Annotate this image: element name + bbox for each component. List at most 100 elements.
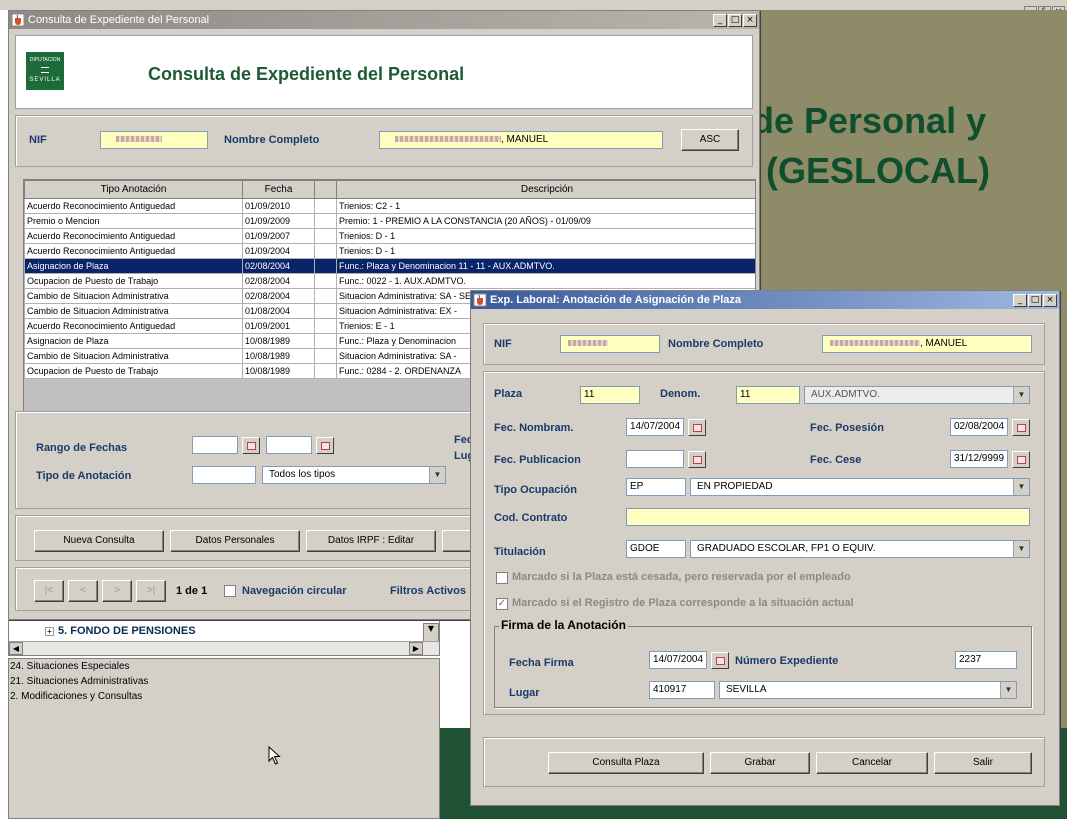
scroll-down-arrow[interactable]: ▼: [423, 623, 439, 643]
list-item[interactable]: 2. Modificaciones y Consultas: [9, 689, 439, 704]
calendar-icon[interactable]: [711, 652, 729, 669]
scroll-left-arrow[interactable]: ◀: [9, 642, 23, 655]
close-button[interactable]: ×: [1043, 293, 1057, 307]
column-header-fecha[interactable]: Fecha: [242, 180, 315, 199]
tree-item[interactable]: +5. FONDO DE PENSIONES: [45, 625, 196, 637]
firma-legend: Firma de la Anotación: [499, 618, 628, 632]
table-row[interactable]: Premio o Mencion 01/09/2009 Premio: 1 - PR…: [24, 213, 755, 229]
list-item[interactable]: 21. Situaciones Administrativas: [9, 674, 439, 689]
chevron-down-icon[interactable]: ▼: [1013, 541, 1029, 557]
page-title: Consulta de Expediente del Personal: [148, 64, 465, 84]
titulacion-select[interactable]: GRADUADO ESCOLAR, FP1 O EQUIV. ▼: [690, 540, 1030, 558]
consulta-titlebar[interactable]: Consulta de Expediente del Personal _ □ …: [9, 11, 759, 29]
last-page-button[interactable]: >|: [136, 580, 166, 602]
lugar-select[interactable]: SEVILLA ▼: [719, 681, 1017, 699]
denom-select[interactable]: AUX.ADMTVO. ▼: [804, 386, 1030, 404]
cod-contrato-field[interactable]: [626, 508, 1030, 526]
calendar-icon[interactable]: [688, 419, 706, 436]
horizontal-scrollbar[interactable]: ◀ ▶: [9, 641, 439, 655]
consulta-plaza-button[interactable]: Consulta Plaza: [548, 752, 704, 774]
minimize-button[interactable]: _: [1013, 293, 1027, 307]
window-title: Consulta de Expediente del Personal: [28, 14, 210, 26]
grabar-button[interactable]: Grabar: [710, 752, 810, 774]
tipo-codigo-field[interactable]: [192, 466, 256, 484]
table-row[interactable]: Asignacion de Plaza 02/08/2004 Func.: Plaz…: [24, 258, 755, 274]
table-cell: 02/08/2004: [242, 273, 315, 289]
expand-icon[interactable]: +: [45, 627, 54, 636]
asc-button[interactable]: ASC: [681, 129, 739, 151]
tipo-ocupacion-select[interactable]: EN PROPIEDAD ▼: [690, 478, 1030, 496]
calendar-icon[interactable]: [688, 451, 706, 468]
maximize-button[interactable]: □: [1028, 293, 1042, 307]
salir-button[interactable]: Salir: [934, 752, 1032, 774]
num-expediente-field[interactable]: 2237: [955, 651, 1017, 669]
table-cell: [314, 303, 337, 319]
nif-field[interactable]: [560, 335, 660, 353]
tipo-ocupacion-code-field[interactable]: EP: [626, 478, 686, 496]
nueva-consulta-button[interactable]: Nueva Consulta: [34, 530, 164, 552]
exp-laboral-window[interactable]: Exp. Laboral: Anotación de Asignación de…: [470, 290, 1060, 806]
chevron-down-icon[interactable]: ▼: [1013, 387, 1029, 403]
circular-checkbox[interactable]: [224, 585, 236, 597]
calendar-icon[interactable]: [242, 437, 260, 454]
table-cell: 01/08/2004: [242, 303, 315, 319]
fecha-firma-field[interactable]: 14/07/2004: [649, 651, 707, 669]
table-cell: Asignacion de Plaza: [24, 258, 243, 274]
calendar-icon[interactable]: [316, 437, 334, 454]
column-header-tipo[interactable]: Tipo Anotación: [24, 180, 243, 199]
lugar-code-field[interactable]: 410917: [649, 681, 715, 699]
situacion-actual-checkbox[interactable]: ✓: [496, 598, 508, 610]
maximize-button[interactable]: □: [728, 13, 742, 27]
chevron-down-icon[interactable]: ▼: [1013, 479, 1029, 495]
fec-cese-field[interactable]: 31/12/9999: [950, 450, 1008, 468]
nombre-label: Nombre Completo: [224, 134, 320, 146]
datos-personales-button[interactable]: Datos Personales: [170, 530, 300, 552]
nif-field[interactable]: [100, 131, 208, 149]
fecha-hasta-field[interactable]: [266, 436, 312, 454]
fecha-desde-field[interactable]: [192, 436, 238, 454]
rango-fechas-label: Rango de Fechas: [36, 442, 128, 454]
plaza-cesada-checkbox[interactable]: [496, 572, 508, 584]
minimize-button[interactable]: _: [713, 13, 727, 27]
table-cell: Ocupacion de Puesto de Trabajo: [24, 363, 243, 379]
plaza-field[interactable]: 11: [580, 386, 640, 404]
calendar-icon[interactable]: [1012, 451, 1030, 468]
denom-code-field[interactable]: 11: [736, 386, 800, 404]
exp-laboral-titlebar[interactable]: Exp. Laboral: Anotación de Asignación de…: [471, 291, 1059, 309]
next-page-button[interactable]: >: [102, 580, 132, 602]
fec-posesion-field[interactable]: 02/08/2004: [950, 418, 1008, 436]
table-cell: Cambio de Situacion Administrativa: [24, 303, 243, 319]
table-row[interactable]: Acuerdo Reconocimiento Antiguedad 01/09/2…: [24, 228, 755, 244]
table-header-row: Tipo Anotación Fecha Descripción: [24, 180, 755, 199]
column-header-descripcion[interactable]: Descripción: [336, 180, 755, 199]
table-row[interactable]: Acuerdo Reconocimiento Antiguedad 01/09/2…: [24, 198, 755, 214]
titulacion-code-field[interactable]: GDOE: [626, 540, 686, 558]
datos-irpf-button[interactable]: Datos IRPF : Editar: [306, 530, 436, 552]
cod-contrato-label: Cod. Contrato: [494, 512, 568, 524]
scroll-right-arrow[interactable]: ▶: [409, 642, 423, 655]
table-cell: 01/09/2007: [242, 228, 315, 244]
diputacion-logo: DIPUTACION SEVILLA: [26, 52, 64, 90]
calendar-icon[interactable]: [1012, 419, 1030, 436]
java-cup-icon: [11, 13, 25, 27]
table-cell: Ocupacion de Puesto de Trabajo: [24, 273, 243, 289]
first-page-button[interactable]: |<: [34, 580, 64, 602]
close-button[interactable]: ×: [743, 13, 757, 27]
tipo-anotacion-select[interactable]: Todos los tipos ▼: [262, 466, 446, 484]
chevron-down-icon[interactable]: ▼: [429, 467, 445, 483]
column-header-blank[interactable]: [314, 180, 337, 199]
nombre-field[interactable]: , MANUEL: [822, 335, 1032, 353]
prev-page-button[interactable]: <: [68, 580, 98, 602]
page-info: 1 de 1: [176, 585, 208, 597]
chevron-down-icon[interactable]: ▼: [1000, 682, 1016, 698]
cancelar-button[interactable]: Cancelar: [816, 752, 928, 774]
nombre-field[interactable]: , MANUEL: [379, 131, 663, 149]
fec-nombram-field[interactable]: 14/07/2004: [626, 418, 684, 436]
table-row[interactable]: Ocupacion de Puesto de Trabajo 02/08/2004…: [24, 273, 755, 289]
table-cell: 10/08/1989: [242, 333, 315, 349]
tipo-anotacion-label: Tipo de Anotación: [36, 470, 132, 482]
table-row[interactable]: Acuerdo Reconocimiento Antiguedad 01/09/2…: [24, 243, 755, 259]
options-list[interactable]: 24. Situaciones Especiales 21. Situacion…: [8, 658, 440, 819]
list-item[interactable]: 24. Situaciones Especiales: [9, 659, 439, 674]
fec-publicacion-field[interactable]: [626, 450, 684, 468]
